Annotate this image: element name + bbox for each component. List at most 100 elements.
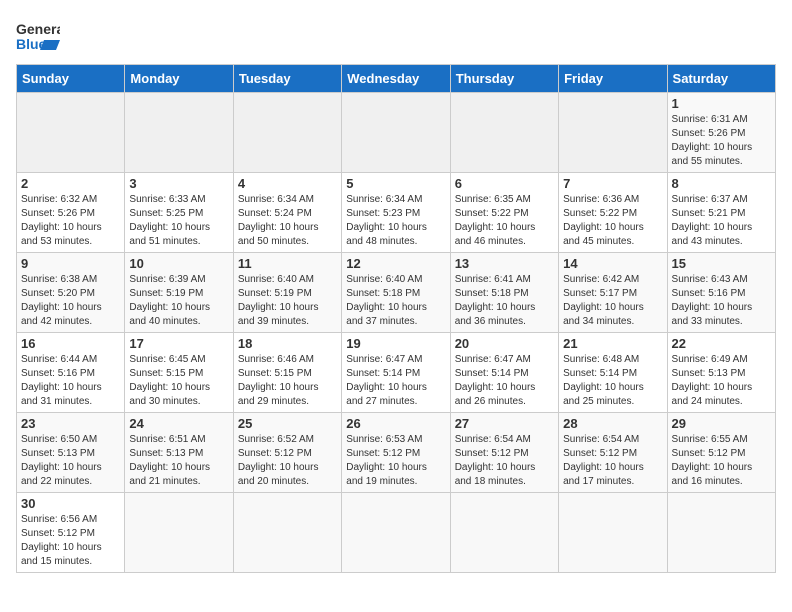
day-number: 29 xyxy=(672,416,771,431)
calendar-week-2: 2Sunrise: 6:32 AM Sunset: 5:26 PM Daylig… xyxy=(17,173,776,253)
calendar-week-5: 23Sunrise: 6:50 AM Sunset: 5:13 PM Dayli… xyxy=(17,413,776,493)
calendar-day-cell: 23Sunrise: 6:50 AM Sunset: 5:13 PM Dayli… xyxy=(17,413,125,493)
calendar-day-cell xyxy=(342,493,450,573)
day-info: Sunrise: 6:47 AM Sunset: 5:14 PM Dayligh… xyxy=(455,353,554,409)
calendar-day-cell: 29 Sunrise: 6:55 AM Sunset: 5:12 PM Dayli… xyxy=(667,413,775,493)
calendar-day-cell: 24Sunrise: 6:51 AM Sunset: 5:13 PM Dayli… xyxy=(125,413,233,493)
day-number: 9 xyxy=(21,256,120,271)
calendar-day-cell: 12Sunrise: 6:40 AM Sunset: 5:18 PM Dayli… xyxy=(342,253,450,333)
day-info: Sunrise: 6:32 AM Sunset: 5:26 PM Dayligh… xyxy=(21,193,120,249)
day-number: 25 xyxy=(238,416,337,431)
logo: General Blue xyxy=(16,16,60,54)
day-info: Sunrise: 6:41 AM Sunset: 5:18 PM Dayligh… xyxy=(455,273,554,329)
calendar-day-cell: 4 Sunrise: 6:34 AM Sunset: 5:24 PM Daylig… xyxy=(233,173,341,253)
calendar-day-cell xyxy=(342,93,450,173)
weekday-sunday: Sunday xyxy=(17,65,125,93)
day-info: Sunrise: 6:40 AM Sunset: 5:18 PM Dayligh… xyxy=(346,273,445,329)
calendar-week-1: 1 Sunrise: 6:31 AM Sunset: 5:26 PM Daylig… xyxy=(17,93,776,173)
weekday-monday: Monday xyxy=(125,65,233,93)
calendar-day-cell: 28Sunrise: 6:54 AM Sunset: 5:12 PM Dayli… xyxy=(559,413,667,493)
calendar-day-cell: 22 Sunrise: 6:49 AM Sunset: 5:13 PM Dayli… xyxy=(667,333,775,413)
calendar-week-4: 16 Sunrise: 6:44 AM Sunset: 5:16 PM Dayli… xyxy=(17,333,776,413)
day-number: 16 xyxy=(21,336,120,351)
day-number: 23 xyxy=(21,416,120,431)
calendar-day-cell xyxy=(450,93,558,173)
day-info: Sunrise: 6:51 AM Sunset: 5:13 PM Dayligh… xyxy=(129,433,228,489)
day-info: Sunrise: 6:36 AM Sunset: 5:22 PM Dayligh… xyxy=(563,193,662,249)
day-info: Sunrise: 6:46 AM Sunset: 5:15 PM Dayligh… xyxy=(238,353,337,409)
day-number: 27 xyxy=(455,416,554,431)
day-number: 21 xyxy=(563,336,662,351)
day-info: Sunrise: 6:53 AM Sunset: 5:12 PM Dayligh… xyxy=(346,433,445,489)
page-header: General Blue xyxy=(16,16,776,54)
calendar-day-cell: 30Sunrise: 6:56 AM Sunset: 5:12 PM Dayli… xyxy=(17,493,125,573)
day-number: 3 xyxy=(129,176,228,191)
calendar-day-cell: 25 Sunrise: 6:52 AM Sunset: 5:12 PM Dayli… xyxy=(233,413,341,493)
day-number: 17 xyxy=(129,336,228,351)
day-number: 14 xyxy=(563,256,662,271)
calendar-day-cell xyxy=(125,93,233,173)
day-number: 1 xyxy=(672,96,771,111)
day-info: Sunrise: 6:33 AM Sunset: 5:25 PM Dayligh… xyxy=(129,193,228,249)
calendar-table: SundayMondayTuesdayWednesdayThursdayFrid… xyxy=(16,64,776,573)
calendar-day-cell: 27 Sunrise: 6:54 AM Sunset: 5:12 PM Dayli… xyxy=(450,413,558,493)
day-info: Sunrise: 6:39 AM Sunset: 5:19 PM Dayligh… xyxy=(129,273,228,329)
weekday-tuesday: Tuesday xyxy=(233,65,341,93)
day-info: Sunrise: 6:37 AM Sunset: 5:21 PM Dayligh… xyxy=(672,193,771,249)
day-number: 18 xyxy=(238,336,337,351)
day-info: Sunrise: 6:38 AM Sunset: 5:20 PM Dayligh… xyxy=(21,273,120,329)
calendar-day-cell: 18 Sunrise: 6:46 AM Sunset: 5:15 PM Dayli… xyxy=(233,333,341,413)
day-info: Sunrise: 6:49 AM Sunset: 5:13 PM Dayligh… xyxy=(672,353,771,409)
day-number: 5 xyxy=(346,176,445,191)
calendar-day-cell xyxy=(233,493,341,573)
calendar-day-cell xyxy=(667,493,775,573)
calendar-day-cell: 16 Sunrise: 6:44 AM Sunset: 5:16 PM Dayli… xyxy=(17,333,125,413)
calendar-day-cell: 7 Sunrise: 6:36 AM Sunset: 5:22 PM Daylig… xyxy=(559,173,667,253)
calendar-week-6: 30Sunrise: 6:56 AM Sunset: 5:12 PM Dayli… xyxy=(17,493,776,573)
day-number: 30 xyxy=(21,496,120,511)
calendar-day-cell: 26 Sunrise: 6:53 AM Sunset: 5:12 PM Dayli… xyxy=(342,413,450,493)
calendar-day-cell: 3 Sunrise: 6:33 AM Sunset: 5:25 PM Daylig… xyxy=(125,173,233,253)
weekday-saturday: Saturday xyxy=(667,65,775,93)
day-number: 10 xyxy=(129,256,228,271)
day-info: Sunrise: 6:55 AM Sunset: 5:12 PM Dayligh… xyxy=(672,433,771,489)
calendar-day-cell: 8Sunrise: 6:37 AM Sunset: 5:21 PM Daylig… xyxy=(667,173,775,253)
day-number: 6 xyxy=(455,176,554,191)
weekday-thursday: Thursday xyxy=(450,65,558,93)
day-number: 20 xyxy=(455,336,554,351)
day-number: 22 xyxy=(672,336,771,351)
svg-text:General: General xyxy=(16,21,60,37)
day-number: 26 xyxy=(346,416,445,431)
day-number: 15 xyxy=(672,256,771,271)
day-info: Sunrise: 6:54 AM Sunset: 5:12 PM Dayligh… xyxy=(455,433,554,489)
day-info: Sunrise: 6:40 AM Sunset: 5:19 PM Dayligh… xyxy=(238,273,337,329)
calendar-day-cell: 11 Sunrise: 6:40 AM Sunset: 5:19 PM Dayli… xyxy=(233,253,341,333)
day-info: Sunrise: 6:44 AM Sunset: 5:16 PM Dayligh… xyxy=(21,353,120,409)
day-info: Sunrise: 6:45 AM Sunset: 5:15 PM Dayligh… xyxy=(129,353,228,409)
calendar-day-cell: 15Sunrise: 6:43 AM Sunset: 5:16 PM Dayli… xyxy=(667,253,775,333)
day-number: 28 xyxy=(563,416,662,431)
day-info: Sunrise: 6:35 AM Sunset: 5:22 PM Dayligh… xyxy=(455,193,554,249)
calendar-day-cell: 1 Sunrise: 6:31 AM Sunset: 5:26 PM Daylig… xyxy=(667,93,775,173)
day-info: Sunrise: 6:34 AM Sunset: 5:23 PM Dayligh… xyxy=(346,193,445,249)
weekday-header-row: SundayMondayTuesdayWednesdayThursdayFrid… xyxy=(17,65,776,93)
calendar-day-cell: 2Sunrise: 6:32 AM Sunset: 5:26 PM Daylig… xyxy=(17,173,125,253)
calendar-day-cell xyxy=(17,93,125,173)
day-info: Sunrise: 6:48 AM Sunset: 5:14 PM Dayligh… xyxy=(563,353,662,409)
day-number: 4 xyxy=(238,176,337,191)
calendar-day-cell xyxy=(559,493,667,573)
calendar-day-cell: 19Sunrise: 6:47 AM Sunset: 5:14 PM Dayli… xyxy=(342,333,450,413)
calendar-day-cell xyxy=(233,93,341,173)
day-info: Sunrise: 6:42 AM Sunset: 5:17 PM Dayligh… xyxy=(563,273,662,329)
day-info: Sunrise: 6:34 AM Sunset: 5:24 PM Dayligh… xyxy=(238,193,337,249)
day-number: 11 xyxy=(238,256,337,271)
day-number: 13 xyxy=(455,256,554,271)
calendar-day-cell xyxy=(125,493,233,573)
day-info: Sunrise: 6:31 AM Sunset: 5:26 PM Dayligh… xyxy=(672,113,771,169)
day-info: Sunrise: 6:47 AM Sunset: 5:14 PM Dayligh… xyxy=(346,353,445,409)
day-number: 7 xyxy=(563,176,662,191)
day-info: Sunrise: 6:52 AM Sunset: 5:12 PM Dayligh… xyxy=(238,433,337,489)
logo-icon: General Blue xyxy=(16,16,60,54)
calendar-day-cell xyxy=(450,493,558,573)
calendar-day-cell: 6 Sunrise: 6:35 AM Sunset: 5:22 PM Daylig… xyxy=(450,173,558,253)
